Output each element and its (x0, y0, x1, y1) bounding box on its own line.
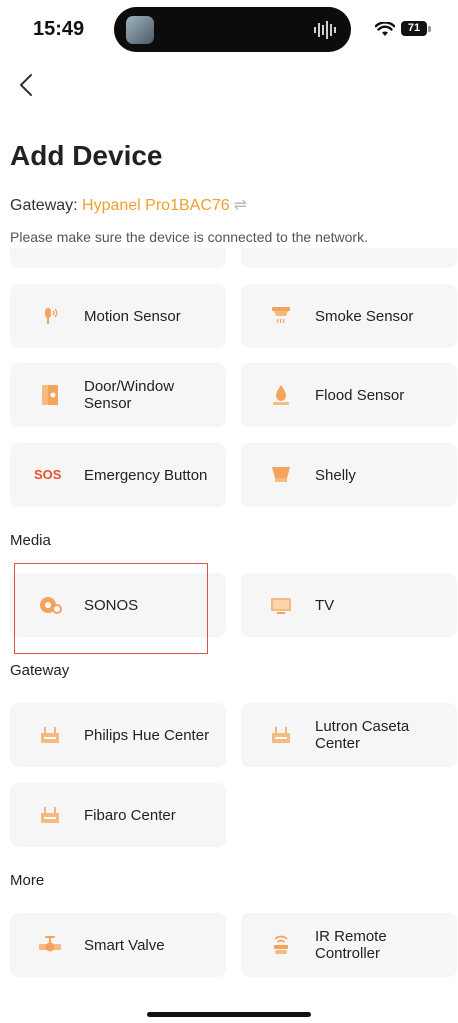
audio-wave-icon (314, 21, 336, 39)
device-card-emergency-button[interactable]: SOS Emergency Button (10, 443, 226, 507)
hub-icon (41, 807, 59, 823)
door-window-sensor-icon (42, 385, 58, 405)
page-title: Add Device (10, 140, 163, 171)
device-label: Philips Hue Center (84, 726, 210, 744)
device-card-flood-sensor[interactable]: Flood Sensor (241, 363, 457, 427)
now-playing-thumbnail (126, 16, 154, 44)
device-label: Smoke Sensor (315, 307, 414, 325)
selection-highlight (14, 563, 208, 654)
swap-icon[interactable]: ⇌ (234, 197, 247, 214)
device-label: TV (315, 596, 335, 614)
device-card-smoke-sensor[interactable]: Smoke Sensor (241, 284, 457, 348)
device-card-motion-sensor[interactable]: Motion Sensor (10, 284, 226, 348)
device-label: Emergency Button (84, 466, 208, 484)
device-label: Door/Window Sensor (84, 378, 175, 412)
section-title-more: More (10, 872, 45, 889)
device-label: Shelly (315, 466, 356, 484)
device-card-lutron-caseta-center[interactable]: Lutron Caseta Center (241, 703, 457, 767)
connection-hint: Please make sure the device is connected… (10, 229, 368, 245)
gateway-name[interactable]: Hypanel Pro1BAC76 (82, 197, 230, 214)
section-title-media: Media (10, 532, 51, 549)
home-indicator[interactable] (147, 1012, 311, 1017)
device-card-partial[interactable] (241, 248, 457, 268)
dynamic-island (114, 7, 351, 52)
hub-icon (272, 727, 290, 743)
motion-sensor-icon (45, 308, 58, 324)
gateway-label: Gateway: (10, 197, 83, 214)
device-label: Lutron Caseta Center (315, 718, 410, 752)
device-card-philips-hue-center[interactable]: Philips Hue Center (10, 703, 226, 767)
device-label: Flood Sensor (315, 386, 405, 404)
device-card-ir-remote-controller[interactable]: IR Remote Controller (241, 913, 457, 977)
device-label: Motion Sensor (84, 307, 181, 325)
device-card-shelly[interactable]: Shelly (241, 443, 457, 507)
smoke-sensor-icon (272, 307, 290, 324)
wifi-icon (375, 22, 395, 36)
flood-sensor-icon (273, 385, 289, 405)
ir-remote-icon (274, 935, 288, 954)
battery-cap (428, 26, 431, 32)
device-card-partial[interactable] (10, 248, 226, 268)
sos-icon: SOS (34, 467, 62, 482)
chevron-left-icon[interactable] (14, 72, 40, 98)
shelly-icon (272, 467, 290, 482)
status-bar: 15:49 71 (0, 0, 458, 60)
clock: 15:49 (33, 18, 85, 40)
device-card-tv[interactable]: TV (241, 573, 457, 637)
device-card-smart-valve[interactable]: Smart Valve (10, 913, 226, 977)
device-label: Fibaro Center (84, 806, 176, 824)
hub-icon (41, 727, 59, 743)
valve-icon (39, 936, 61, 952)
gateway-selector[interactable]: Gateway: Hypanel Pro1BAC76 ⇌ (10, 195, 247, 215)
tv-icon (271, 598, 291, 614)
device-label: IR Remote Controller (315, 928, 387, 962)
battery-indicator: 71 (401, 21, 427, 36)
device-card-fibaro-center[interactable]: Fibaro Center (10, 783, 226, 847)
section-title-gateway: Gateway (10, 662, 70, 679)
device-card-door-window-sensor[interactable]: Door/Window Sensor (10, 363, 226, 427)
device-label: Smart Valve (84, 936, 165, 954)
